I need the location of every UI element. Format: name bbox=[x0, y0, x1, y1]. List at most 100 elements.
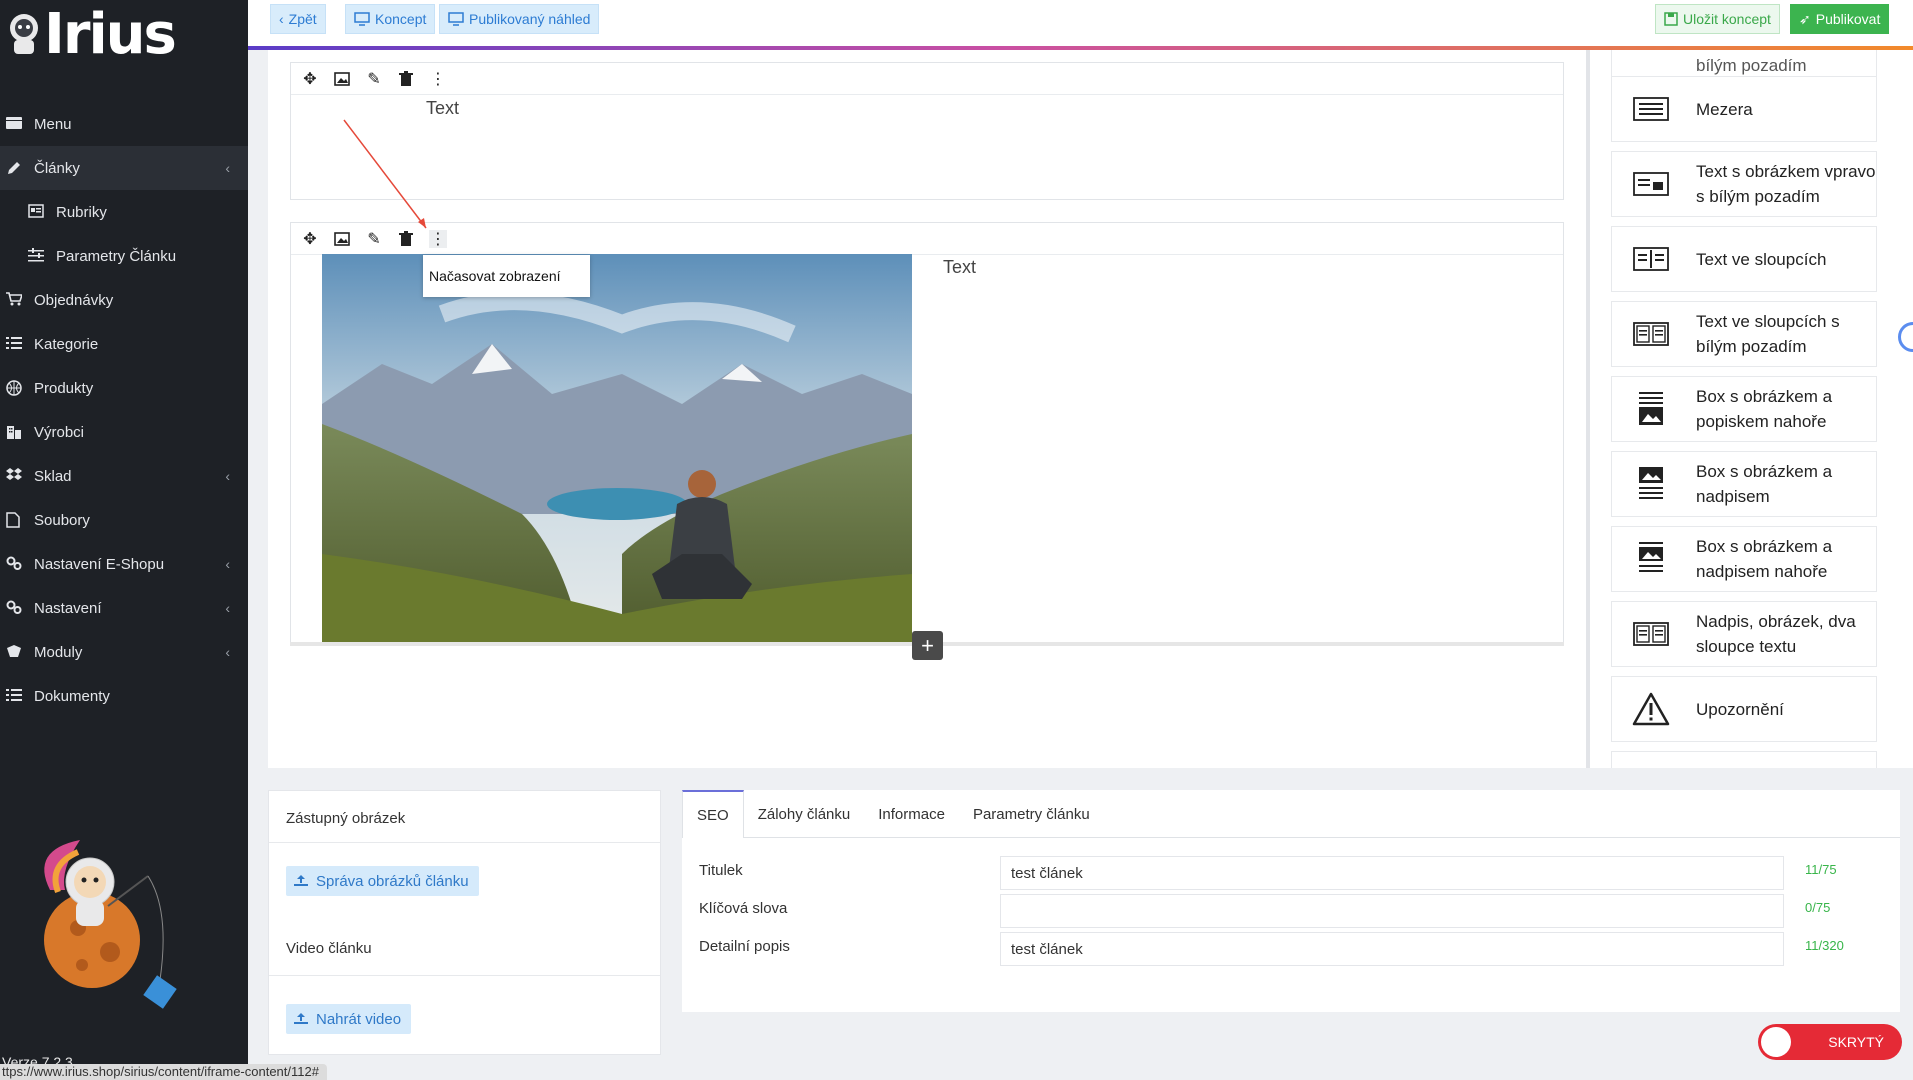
palette-item[interactable]: Box s obrázkem a nadpisem bbox=[1611, 451, 1877, 517]
sidebar-item-rubriky[interactable]: Rubriky bbox=[0, 190, 248, 234]
toggle-label: SKRYTÝ bbox=[1828, 1034, 1884, 1050]
seo-field-input[interactable]: test článek bbox=[1000, 932, 1784, 966]
seo-row: Klíčová slova 0/75 bbox=[682, 894, 1900, 928]
tab-informace[interactable]: Informace bbox=[864, 790, 959, 838]
save-icon bbox=[1664, 12, 1678, 26]
publish-button[interactable]: ➶ Publikovat bbox=[1790, 4, 1890, 34]
list-icon bbox=[6, 336, 22, 352]
block-palette: bílým pozadím Mezera Text s obrázkem vpra… bbox=[1590, 50, 1913, 768]
image-icon[interactable] bbox=[333, 70, 351, 88]
back-button[interactable]: ‹ Zpět bbox=[270, 4, 326, 34]
manage-images-button[interactable]: Správa obrázků článku bbox=[286, 866, 479, 896]
tab-parametry-článku[interactable]: Parametry článku bbox=[959, 790, 1104, 838]
tab-seo[interactable]: SEO bbox=[682, 790, 744, 838]
tab-zálohy-článku[interactable]: Zálohy článku bbox=[744, 790, 865, 838]
sidebar-item-nastavení-e-shopu[interactable]: Nastavení E-Shopu ‹ bbox=[0, 542, 248, 586]
sidebar-item-label: Výrobci bbox=[34, 423, 85, 441]
palette-item-cut[interactable]: bílým pozadím bbox=[1611, 50, 1877, 78]
sidebar: Irius Menu Články ‹ Rubriky Parametry Článku… bbox=[0, 0, 248, 1080]
sidebar-item-produkty[interactable]: Produkty bbox=[0, 366, 248, 410]
mountain-landscape-image[interactable] bbox=[322, 254, 912, 642]
sidebar-item-výrobci[interactable]: Výrobci bbox=[0, 410, 248, 454]
sidebar-item-label: Rubriky bbox=[56, 203, 107, 221]
sidebar-item-label: Produkty bbox=[34, 379, 94, 397]
palette-item[interactable]: Text s obrázkem vpravo s bílým pozadím bbox=[1611, 151, 1877, 217]
trash-icon[interactable] bbox=[397, 70, 415, 88]
newspaper-icon bbox=[28, 204, 44, 220]
sidebar-item-label: Sklad bbox=[34, 467, 72, 485]
sidebar-item-label: Dokumenty bbox=[34, 687, 110, 705]
sidebar-item-label: Moduly bbox=[34, 643, 83, 661]
palette-item-partial[interactable] bbox=[1611, 751, 1877, 768]
sidebar-item-parametry-článku[interactable]: Parametry Článku bbox=[0, 234, 248, 278]
palette-item[interactable]: Nadpis, obrázek, dva sloupce textu bbox=[1611, 601, 1877, 667]
divider bbox=[269, 975, 660, 976]
visibility-toggle[interactable]: SKRYTÝ bbox=[1758, 1024, 1902, 1060]
palette-item[interactable]: Box s obrázkem a popiskem nahoře bbox=[1611, 376, 1877, 442]
palette-item-label: Nadpis, obrázek, dva sloupce textu bbox=[1696, 612, 1856, 656]
block-toolbar: ✥ ✎ ⋮ bbox=[291, 223, 1563, 255]
palette-item-label: Text ve sloupcích bbox=[1696, 249, 1827, 269]
sidebar-item-články[interactable]: Články ‹ bbox=[0, 146, 248, 190]
char-counter: 11/75 bbox=[1805, 862, 1837, 877]
text-image-right-icon bbox=[1632, 169, 1670, 199]
palette-item[interactable]: Text ve sloupcích bbox=[1611, 226, 1877, 292]
sidebar-item-label: Články bbox=[34, 159, 80, 177]
schedule-tooltip-menu[interactable]: Načasovat zobrazení bbox=[423, 255, 590, 297]
seo-field-input[interactable]: test článek bbox=[1000, 856, 1784, 890]
sidebar-item-dokumenty[interactable]: Dokumenty bbox=[0, 674, 248, 718]
char-counter: 0/75 bbox=[1805, 900, 1831, 915]
warning-icon bbox=[1632, 692, 1670, 726]
upload-video-button[interactable]: Nahrát video bbox=[286, 1004, 412, 1034]
cogs-icon bbox=[6, 556, 22, 572]
sidebar-item-moduly[interactable]: Moduly ‹ bbox=[0, 630, 248, 674]
seo-field-label: Klíčová slova bbox=[699, 900, 788, 917]
move-icon[interactable]: ✥ bbox=[301, 230, 319, 248]
content-block-text[interactable]: ✥ ✎ ⋮ Text bbox=[290, 62, 1564, 200]
palette-item-label: Text ve sloupcích s bílým pozadím bbox=[1696, 312, 1840, 356]
palette-item[interactable]: Box s obrázkem a nadpisem nahoře bbox=[1611, 526, 1877, 592]
add-block-button[interactable]: + bbox=[912, 631, 943, 660]
sidebar-item-menu[interactable]: Menu bbox=[0, 102, 248, 146]
sidebar-item-nastavení[interactable]: Nastavení ‹ bbox=[0, 586, 248, 630]
chevron-left-icon: ‹ bbox=[225, 556, 230, 572]
thumbnail-label: Zástupný obrázek bbox=[286, 810, 406, 827]
chevron-left-icon: ‹ bbox=[225, 644, 230, 660]
palette-item-label: Box s obrázkem a nadpisem nahoře bbox=[1696, 537, 1833, 581]
seo-row: Detailní popis test článek 11/320 bbox=[682, 932, 1900, 966]
palette-item-label: Text s obrázkem vpravo s bílým pozadím bbox=[1696, 162, 1876, 206]
sidebar-item-kategorie[interactable]: Kategorie bbox=[0, 322, 248, 366]
logo[interactable]: Irius bbox=[0, 0, 248, 68]
sidebar-item-label: Kategorie bbox=[34, 335, 99, 353]
block-toolbar: ✥ ✎ ⋮ bbox=[291, 63, 1563, 95]
seo-tabs: SEO Zálohy článku Informace Parametry článk… bbox=[682, 790, 1104, 838]
seo-field-input[interactable] bbox=[1000, 894, 1784, 928]
palette-item[interactable]: Upozornění bbox=[1611, 676, 1877, 742]
palette-item-label: Upozornění bbox=[1696, 699, 1784, 719]
palette-item[interactable]: Mezera bbox=[1611, 76, 1877, 142]
cart-icon bbox=[6, 292, 24, 308]
rocket-icon: ➶ bbox=[1799, 10, 1811, 27]
published-preview-button[interactable]: Publikovaný náhled bbox=[439, 4, 600, 34]
sidebar-item-label: Nastavení E-Shopu bbox=[34, 555, 165, 573]
sidebar-item-label: Nastavení bbox=[34, 599, 102, 617]
pencil-icon bbox=[6, 160, 22, 176]
save-draft-button[interactable]: Uložit koncept bbox=[1655, 4, 1780, 34]
sidebar-item-soubory[interactable]: Soubory bbox=[0, 498, 248, 542]
chevron-left-icon: ‹ bbox=[225, 160, 230, 176]
draft-preview-button[interactable]: Koncept bbox=[345, 4, 436, 34]
media-card: Zástupný obrázek Správa obrázků článku V… bbox=[268, 790, 661, 1055]
move-icon[interactable]: ✥ bbox=[301, 70, 319, 88]
block-text[interactable]: Text bbox=[943, 257, 976, 278]
columns-bordered-icon bbox=[1632, 619, 1670, 649]
palette-item[interactable]: Text ve sloupcích s bílým pozadím bbox=[1611, 301, 1877, 367]
more-vertical-icon[interactable]: ⋮ bbox=[429, 70, 447, 88]
modules-icon bbox=[6, 644, 22, 660]
menu-icon bbox=[6, 116, 22, 132]
annotation-arrow bbox=[343, 119, 427, 229]
toggle-knob bbox=[1761, 1027, 1791, 1057]
pencil-icon[interactable]: ✎ bbox=[365, 70, 383, 88]
sidebar-item-objednávky[interactable]: Objednávky bbox=[0, 278, 248, 322]
sidebar-item-sklad[interactable]: Sklad ‹ bbox=[0, 454, 248, 498]
building-icon bbox=[6, 424, 22, 440]
